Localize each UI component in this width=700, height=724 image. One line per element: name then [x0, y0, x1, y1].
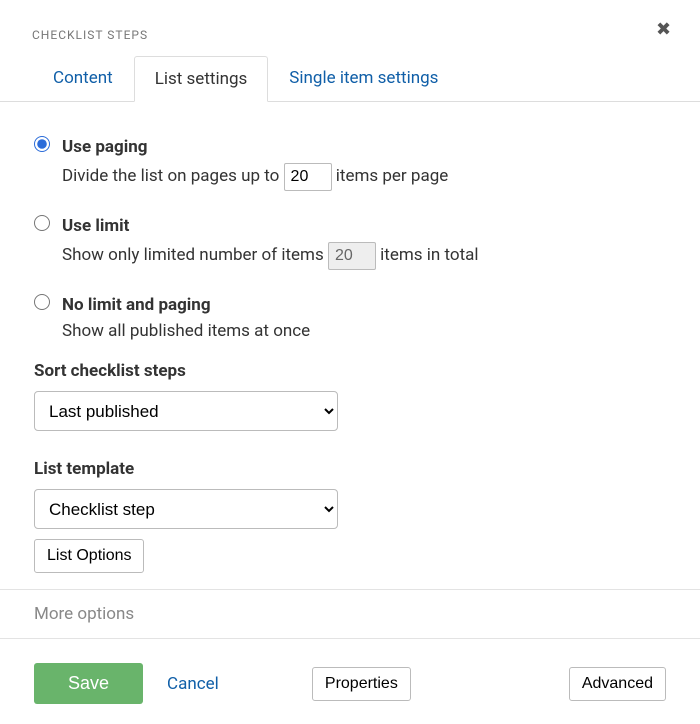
template-field: List template Checklist step List Option…: [34, 459, 666, 573]
option-title: No limit and paging: [62, 295, 666, 315]
option-title: Use paging: [62, 137, 666, 157]
advanced-button[interactable]: Advanced: [569, 667, 666, 701]
desc-post: items per page: [336, 166, 449, 186]
option-use-paging: Use paging Divide the list on pages up t…: [34, 132, 666, 191]
template-select[interactable]: Checklist step: [34, 489, 338, 529]
tab-single-item[interactable]: Single item settings: [268, 55, 459, 101]
tabs: Content List settings Single item settin…: [0, 56, 700, 102]
desc-pre: Divide the list on pages up to: [62, 166, 284, 186]
save-button[interactable]: Save: [34, 663, 143, 704]
close-icon[interactable]: [656, 20, 672, 36]
sort-field: Sort checklist steps Last published: [34, 361, 666, 431]
paging-size-input[interactable]: [284, 163, 332, 191]
tab-list-settings[interactable]: List settings: [134, 56, 269, 102]
option-desc: Show all published items at once: [62, 321, 666, 341]
sort-label: Sort checklist steps: [34, 361, 666, 381]
desc-post: items in total: [380, 245, 478, 265]
list-options-button[interactable]: List Options: [34, 539, 144, 573]
tab-panel-list-settings: Use paging Divide the list on pages up t…: [0, 102, 700, 573]
radio-use-paging[interactable]: [34, 136, 50, 152]
option-use-limit: Use limit Show only limited number of it…: [34, 211, 666, 270]
dialog: CHECKLIST STEPS Content List settings Si…: [0, 0, 700, 697]
tab-content[interactable]: Content: [32, 55, 134, 101]
option-title: Use limit: [62, 216, 666, 236]
desc-pre: Show only limited number of items: [62, 245, 328, 265]
option-desc: Show only limited number of items items …: [62, 242, 666, 270]
option-desc: Divide the list on pages up to items per…: [62, 163, 666, 191]
radio-no-limit[interactable]: [34, 294, 50, 310]
dialog-title: CHECKLIST STEPS: [0, 0, 700, 56]
more-options-toggle[interactable]: More options: [0, 589, 700, 639]
dialog-footer: Save Cancel Properties Advanced: [0, 639, 700, 724]
template-label: List template: [34, 459, 666, 479]
sort-select[interactable]: Last published: [34, 391, 338, 431]
limit-size-input[interactable]: [328, 242, 376, 270]
option-no-limit: No limit and paging Show all published i…: [34, 290, 666, 341]
radio-use-limit[interactable]: [34, 215, 50, 231]
cancel-link[interactable]: Cancel: [167, 674, 219, 694]
properties-button[interactable]: Properties: [312, 667, 411, 701]
